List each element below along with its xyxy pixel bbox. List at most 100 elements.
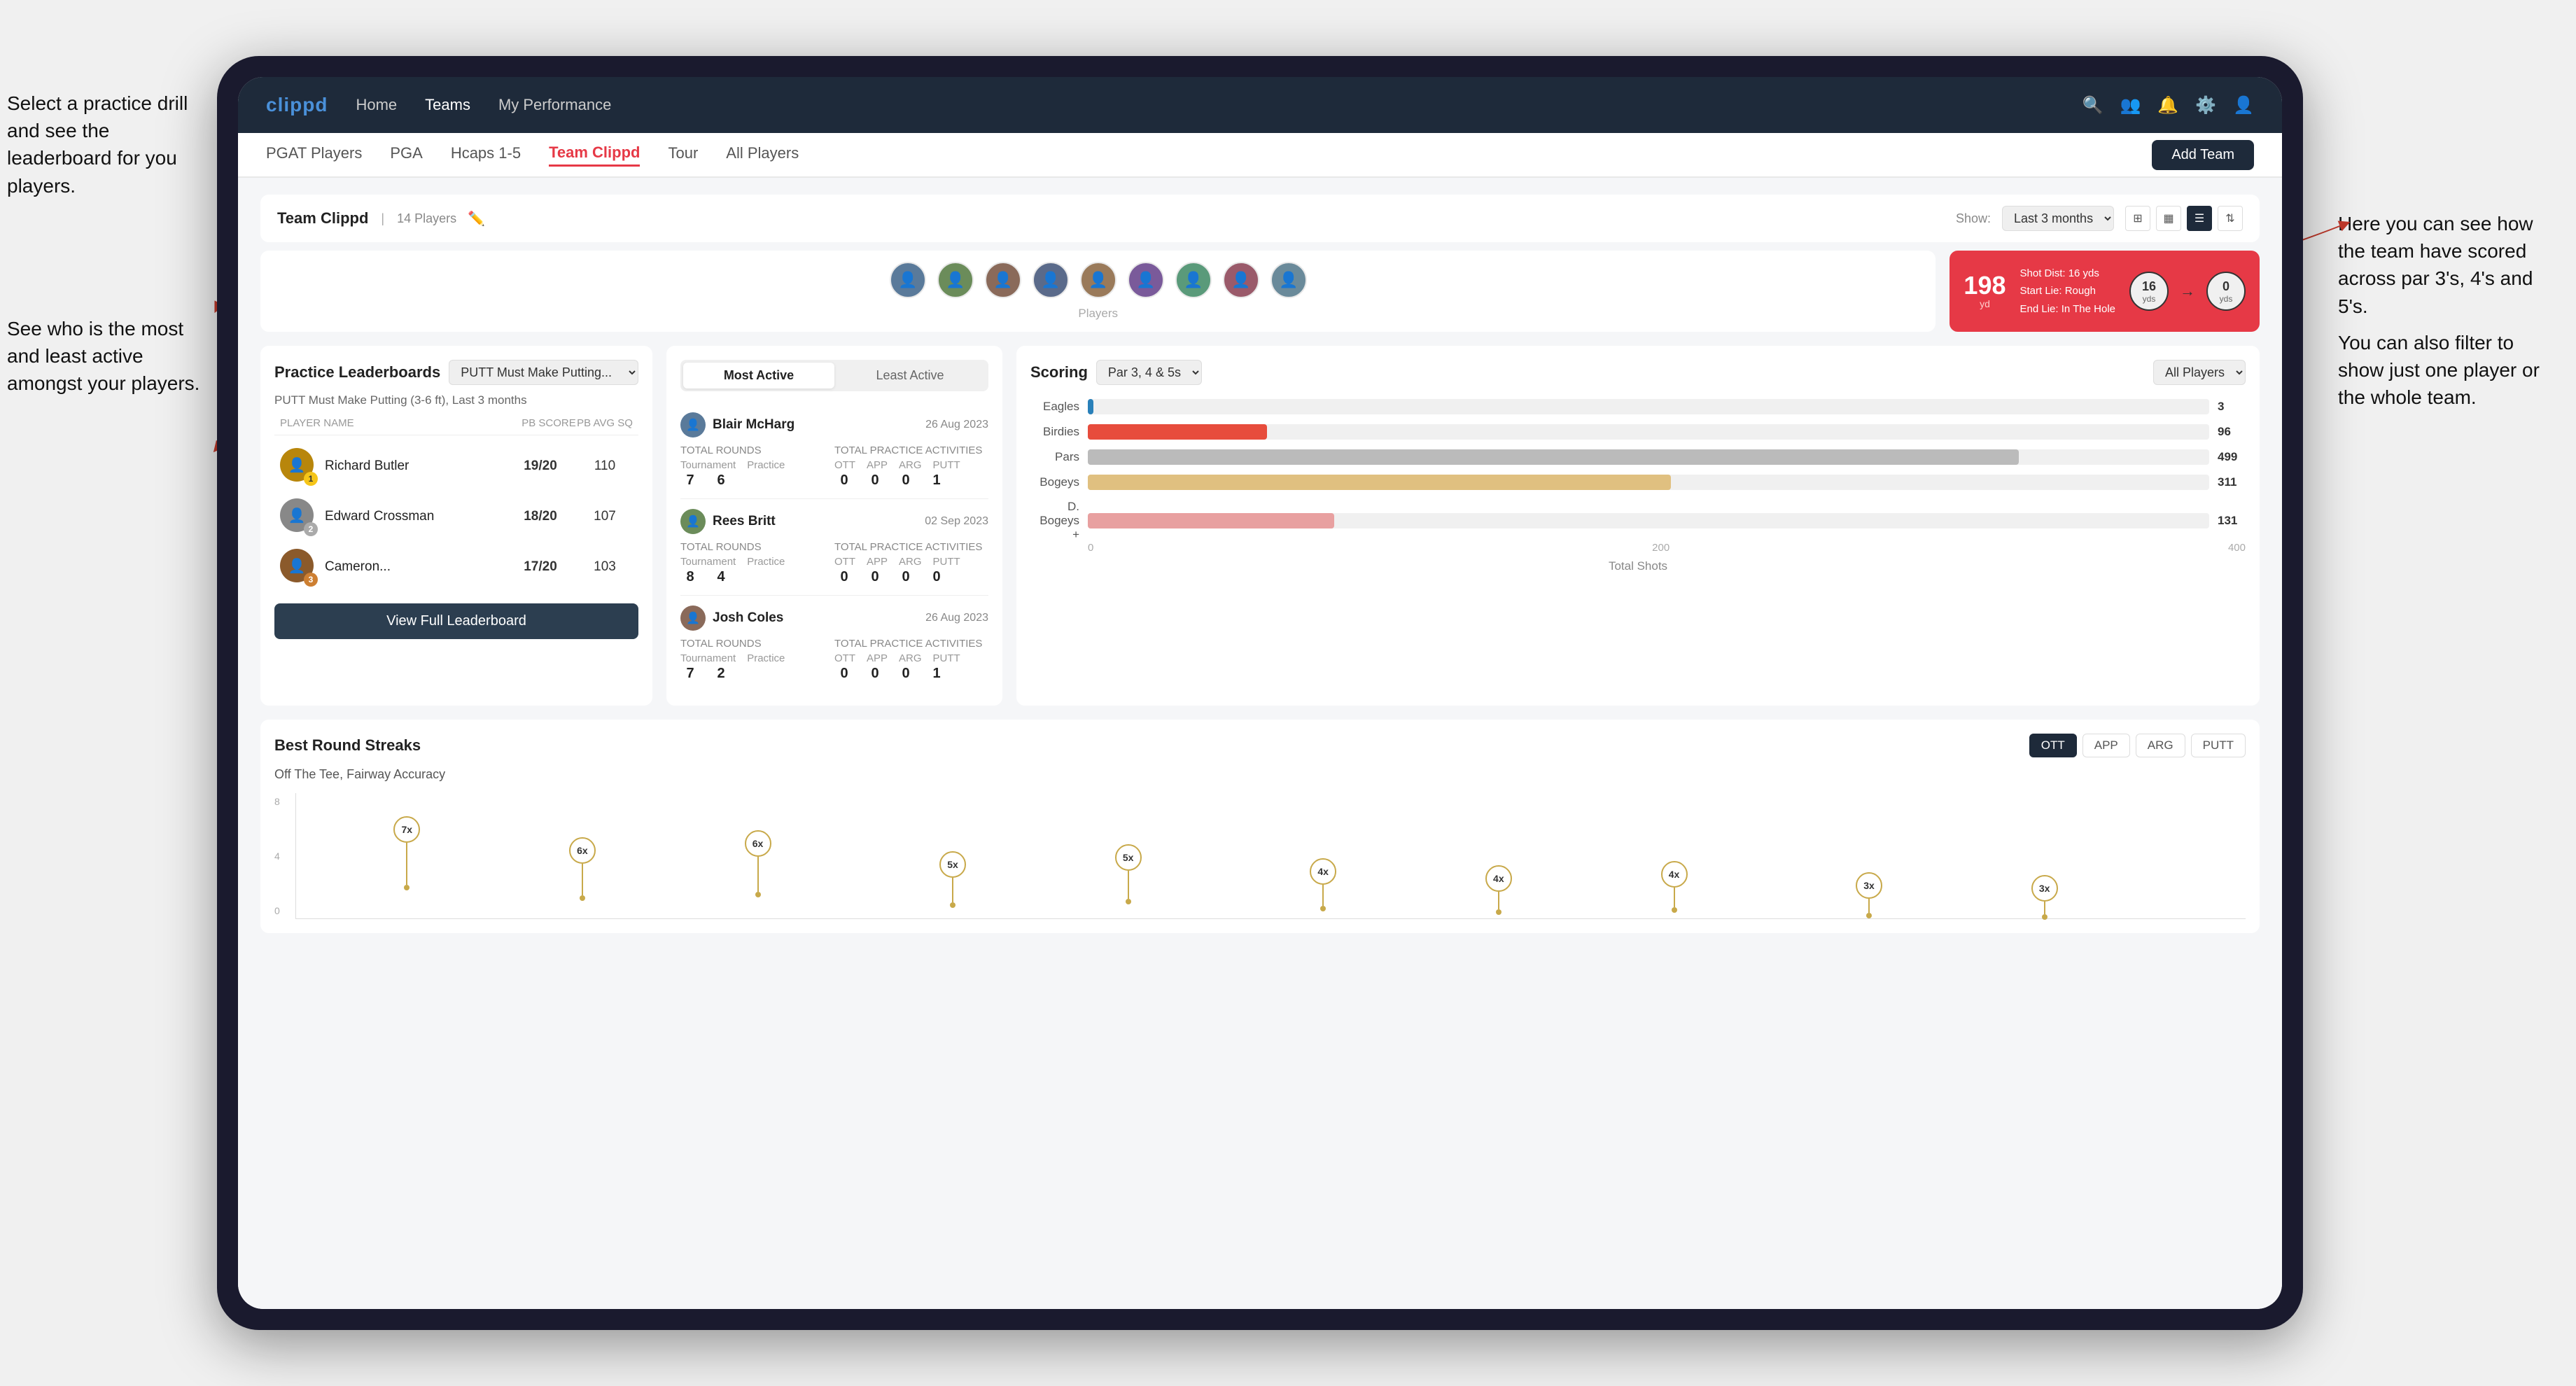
player-avatar-3[interactable]: 👤 xyxy=(985,262,1021,298)
nav-home[interactable]: Home xyxy=(356,96,397,114)
view-leaderboard-button[interactable]: View Full Leaderboard xyxy=(274,603,638,639)
people-icon[interactable]: 👥 xyxy=(2120,95,2141,115)
sub-nav-pga[interactable]: PGA xyxy=(390,144,422,165)
app-val-3: 0 xyxy=(865,666,885,682)
streak-line-8 xyxy=(1868,899,1870,913)
scoring-player-filter[interactable]: All Players xyxy=(2153,360,2246,385)
settings-icon[interactable]: ⚙️ xyxy=(2195,95,2216,115)
lb-player-3[interactable]: 👤 3 Cameron... 17/20 103 xyxy=(274,542,638,592)
sub-nav-all-players[interactable]: All Players xyxy=(726,144,799,165)
pa-practice-values-1: 0 0 0 1 xyxy=(834,472,988,489)
bar-value-dbogeys: 131 xyxy=(2218,514,2246,528)
tab-arg[interactable]: ARG xyxy=(2136,734,2185,757)
view-grid-small[interactable]: ⊞ xyxy=(2125,206,2150,231)
team-title: Team Clippd xyxy=(277,209,368,227)
bar-track-eagles xyxy=(1088,399,2209,414)
tablet-screen: clippd Home Teams My Performance 🔍 👥 🔔 ⚙… xyxy=(238,77,2282,1309)
pa-rounds-sublabels-3: Tournament Practice xyxy=(680,652,834,664)
bar-row-birdies: Birdies 96 xyxy=(1030,424,2246,440)
player-avatar-7[interactable]: 👤 xyxy=(1175,262,1212,298)
sub-nav-pgat[interactable]: PGAT Players xyxy=(266,144,362,165)
streak-dot-5 xyxy=(1320,906,1326,911)
lb-avg-1: 110 xyxy=(577,458,633,474)
player-avatar-9[interactable]: 👤 xyxy=(1270,262,1307,298)
search-icon[interactable]: 🔍 xyxy=(2082,95,2104,115)
view-list[interactable]: ☰ xyxy=(2187,206,2212,231)
pa-stats-3: Total Rounds Tournament Practice 7 2 xyxy=(680,638,988,682)
bar-track-dbogeys xyxy=(1088,513,2209,528)
streak-bubble-3: 5x xyxy=(939,851,966,878)
player-avatar-2[interactable]: 👤 xyxy=(937,262,974,298)
team-separator: | xyxy=(381,211,384,226)
bar-fill-pars xyxy=(1088,449,2019,465)
app-val-2: 0 xyxy=(865,569,885,585)
player-avatar-1[interactable]: 👤 xyxy=(890,262,926,298)
tab-ott[interactable]: OTT xyxy=(2029,734,2077,757)
tournament-val-3: 7 xyxy=(680,666,700,682)
scoring-header: Scoring Par 3, 4 & 5s All Players xyxy=(1030,360,2246,385)
pa-name-1: Blair McHarg xyxy=(713,417,918,433)
tab-putt[interactable]: PUTT xyxy=(2191,734,2246,757)
player-avatar-5[interactable]: 👤 xyxy=(1080,262,1116,298)
lb-col-player: PLAYER NAME xyxy=(280,417,521,429)
streak-pin-5: 4x xyxy=(1310,858,1336,911)
lb-col-avg: PB AVG SQ xyxy=(577,417,633,429)
streak-bubble-5: 4x xyxy=(1310,858,1336,885)
show-period-select[interactable]: Last 3 months xyxy=(2002,206,2114,231)
view-grid-large[interactable]: ▦ xyxy=(2156,206,2181,231)
putt-val-1: 1 xyxy=(927,472,946,489)
pa-rounds-2: Total Rounds Tournament Practice 8 4 xyxy=(680,541,834,585)
pa-date-3: 26 Aug 2023 xyxy=(925,612,988,624)
shot-arrow: → xyxy=(2180,282,2195,300)
activity-card-2: 👤 Rees Britt 02 Sep 2023 Total Rounds To… xyxy=(680,499,988,596)
y-label-mid: 4 xyxy=(274,850,280,862)
streaks-header: Best Round Streaks OTT APP ARG PUTT xyxy=(274,734,2246,757)
pa-avatar-3: 👤 xyxy=(680,606,706,631)
players-avatars: 👤 👤 👤 👤 👤 👤 👤 👤 👤 xyxy=(890,262,1307,298)
app-label-2: APP xyxy=(867,556,888,568)
streak-pin-9: 3x xyxy=(2031,875,2058,920)
user-icon[interactable]: 👤 xyxy=(2233,95,2254,115)
arg-val-2: 0 xyxy=(896,569,916,585)
lb-name-1: Richard Butler xyxy=(325,458,504,474)
bell-icon[interactable]: 🔔 xyxy=(2157,95,2178,115)
tab-least-active[interactable]: Least Active xyxy=(834,363,986,388)
activity-card-3: 👤 Josh Coles 26 Aug 2023 Total Rounds To… xyxy=(680,596,988,692)
player-avatar-4[interactable]: 👤 xyxy=(1032,262,1069,298)
middle-row: Practice Leaderboards PUTT Must Make Put… xyxy=(260,346,2260,706)
sub-nav-tour[interactable]: Tour xyxy=(668,144,698,165)
bar-track-bogeys xyxy=(1088,475,2209,490)
scoring-par-filter[interactable]: Par 3, 4 & 5s xyxy=(1096,360,1202,385)
streak-bubble-8: 3x xyxy=(1856,872,1882,899)
streak-dot-4 xyxy=(1126,899,1131,904)
tab-app[interactable]: APP xyxy=(2082,734,2130,757)
streak-pin-6: 4x xyxy=(1485,865,1512,915)
sub-nav-team-clippd[interactable]: Team Clippd xyxy=(549,144,640,167)
lb-player-1[interactable]: 👤 1 Richard Butler 19/20 110 xyxy=(274,441,638,491)
shot-circle1-val: 16 xyxy=(2142,279,2156,294)
edit-icon[interactable]: ✏️ xyxy=(468,210,485,227)
view-sort[interactable]: ⇅ xyxy=(2218,206,2243,231)
streaks-tabs: OTT APP ARG PUTT xyxy=(2029,734,2246,757)
pa-rounds-label-3: Total Rounds xyxy=(680,638,834,650)
drill-select[interactable]: PUTT Must Make Putting... xyxy=(449,360,638,385)
streak-line-5 xyxy=(1322,885,1324,906)
lb-player-2[interactable]: 👤 2 Edward Crossman 18/20 107 xyxy=(274,491,638,542)
tab-most-active[interactable]: Most Active xyxy=(683,363,834,388)
player-avatar-6[interactable]: 👤 xyxy=(1128,262,1164,298)
streak-dot-3 xyxy=(950,902,955,908)
annotation-top-right: Here you can see how the team have score… xyxy=(2338,210,2562,320)
player-avatar-8[interactable]: 👤 xyxy=(1223,262,1259,298)
add-team-button[interactable]: Add Team xyxy=(2152,140,2254,170)
practice-label-2: Practice xyxy=(747,556,785,568)
annotation-top-left: Select a practice drill and see the lead… xyxy=(7,90,203,200)
pa-header-2: 👤 Rees Britt 02 Sep 2023 xyxy=(680,509,988,534)
team-count: 14 Players xyxy=(397,211,456,226)
players-row: 👤 👤 👤 👤 👤 👤 👤 👤 👤 Players xyxy=(260,251,1935,332)
nav-teams[interactable]: Teams xyxy=(425,96,470,114)
nav-my-performance[interactable]: My Performance xyxy=(498,96,611,114)
streak-pin-4: 5x xyxy=(1115,844,1142,904)
sub-nav-hcaps[interactable]: Hcaps 1-5 xyxy=(451,144,521,165)
nav-icons: 🔍 👥 🔔 ⚙️ 👤 xyxy=(2082,95,2254,115)
streak-line-4 xyxy=(1128,871,1129,899)
